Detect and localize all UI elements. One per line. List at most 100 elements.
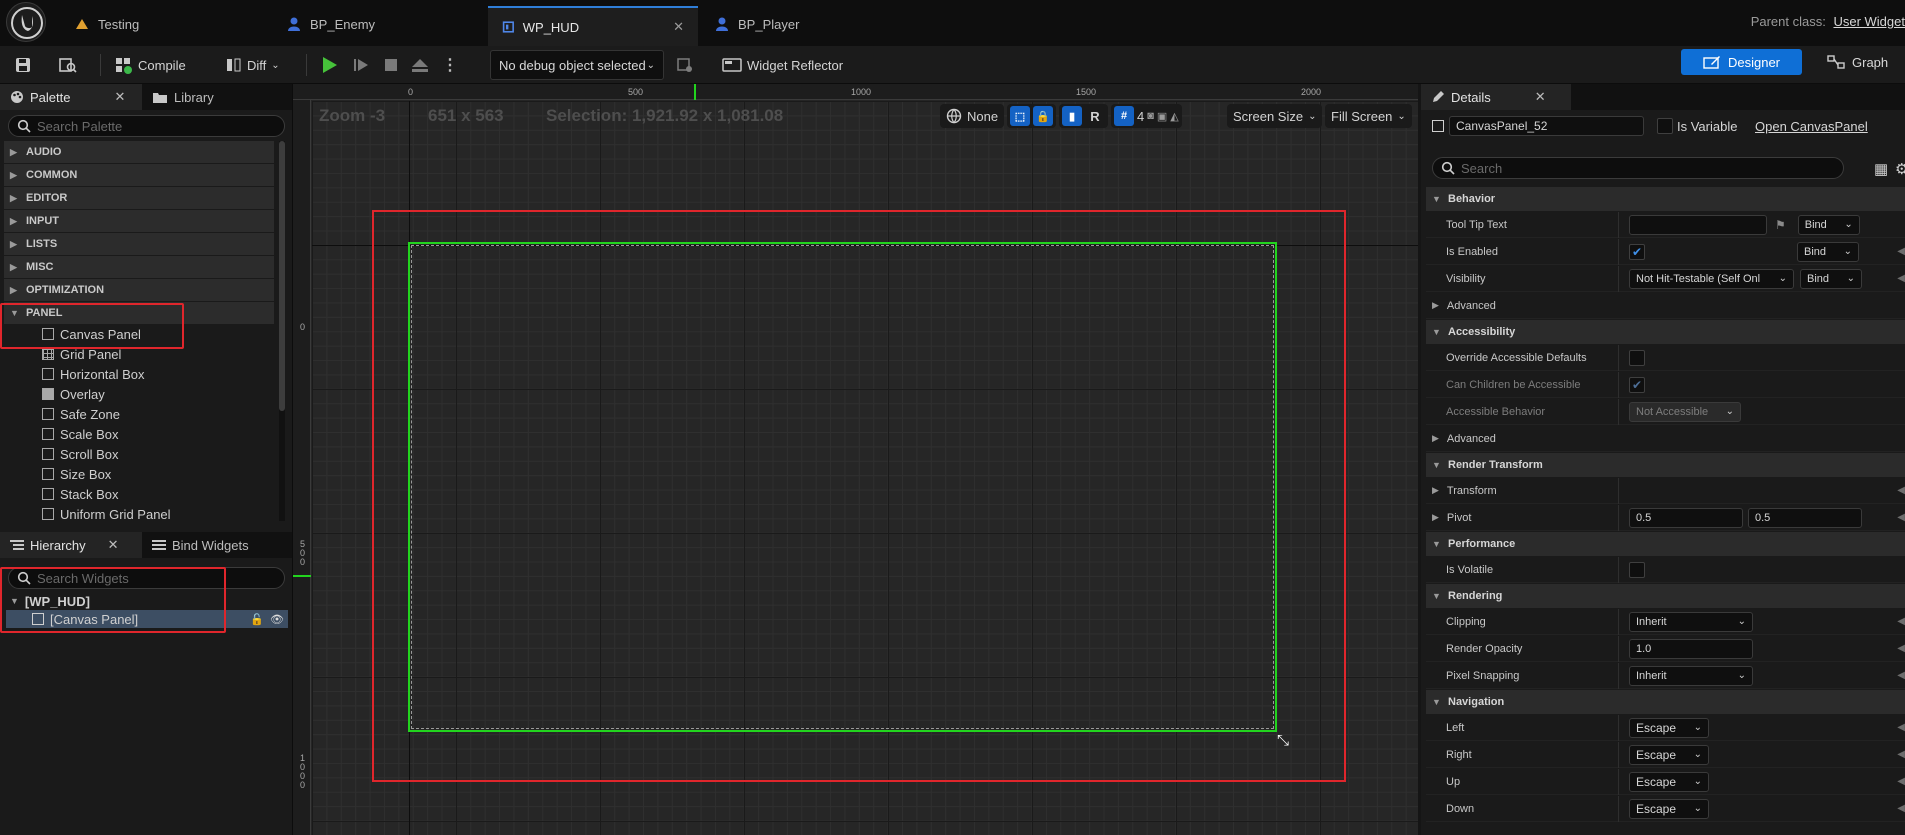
section-accessibility[interactable]: ▼ Accessibility <box>1426 320 1905 344</box>
section-navigation[interactable]: ▼ Navigation <box>1426 690 1905 714</box>
category-common[interactable]: ▶ COMMON <box>4 164 274 186</box>
reset-arrow-icon[interactable]: ◀ <box>1897 776 1905 787</box>
tool-tip-text-input[interactable] <box>1629 214 1767 235</box>
layout-group[interactable]: ▮ R <box>1059 104 1108 128</box>
tab-library[interactable]: Library <box>142 84 224 110</box>
category-input[interactable]: ▶ INPUT <box>4 210 274 232</box>
visibility-eye-icon[interactable]: 👁 <box>270 613 284 626</box>
palette-item-safe-zone[interactable]: Safe Zone <box>42 404 120 424</box>
settings-gear-icon[interactable]: ⚙ <box>1895 160 1905 178</box>
step-button[interactable] <box>352 50 370 80</box>
debug-object-select[interactable]: No debug object selected ⌄ <box>490 50 664 80</box>
category-audio[interactable]: ▶ AUDIO <box>4 141 274 163</box>
section-render-transform[interactable]: ▼ Render Transform <box>1426 453 1905 477</box>
category-misc[interactable]: ▶ MISC <box>4 256 274 278</box>
table-view-icon[interactable]: ▦ <box>1874 160 1888 178</box>
pivot-x-input[interactable]: 0.5 <box>1629 507 1743 528</box>
reset-arrow-icon[interactable]: ◀ <box>1897 246 1905 257</box>
override-accessible-checkbox[interactable] <box>1629 349 1645 366</box>
reset-arrow-icon[interactable]: ◀ <box>1897 616 1905 627</box>
reset-arrow-icon[interactable]: ◀ <box>1897 512 1905 523</box>
palette-item-scroll-box[interactable]: Scroll Box <box>42 444 119 464</box>
browse-button[interactable] <box>58 50 78 80</box>
category-lists[interactable]: ▶ LISTS <box>4 233 274 255</box>
can-children-accessible-checkbox[interactable]: ✔ <box>1629 376 1645 393</box>
accessible-behavior-dropdown[interactable]: Not Accessible ⌄ <box>1629 401 1741 422</box>
tab-testing[interactable]: Testing <box>60 6 153 42</box>
palette-item-uniform-grid-panel[interactable]: Uniform Grid Panel <box>42 504 171 524</box>
property-row-transform[interactable]: ▶ Transform ◀ <box>1426 477 1905 504</box>
dashed-selection-icon[interactable]: ⬚ <box>1010 106 1030 126</box>
property-row-accessibility-advanced[interactable]: ▶ Advanced <box>1426 426 1905 452</box>
designer-canvas[interactable]: 0 500 1000 1500 2000 0 5 0 0 1 0 0 0 Zoo… <box>293 84 1418 835</box>
respect-locks-group[interactable]: ⬚ 🔒 <box>1007 104 1056 128</box>
tab-wp-hud[interactable]: WP_HUD ✕ <box>488 6 698 46</box>
reset-arrow-icon[interactable]: ◀ <box>1897 722 1905 733</box>
tab-details[interactable]: Details ✕ <box>1421 84 1571 110</box>
reset-arrow-icon[interactable]: ◀ <box>1897 643 1905 654</box>
tab-bind-widgets[interactable]: Bind Widgets <box>142 532 259 558</box>
localization-preview-button[interactable]: None <box>940 104 1005 128</box>
triangle-icon[interactable]: ◭ <box>1170 110 1178 123</box>
close-icon[interactable]: ✕ <box>114 89 125 105</box>
reset-arrow-icon[interactable]: ◀ <box>1897 803 1905 814</box>
category-editor[interactable]: ▶ EDITOR <box>4 187 274 209</box>
eject-button[interactable] <box>410 50 430 80</box>
parent-class-link[interactable]: User Widget <box>1833 14 1905 29</box>
reset-arrow-icon[interactable]: ◀ <box>1897 273 1905 284</box>
diff-button[interactable]: Diff ⌄ <box>226 50 280 80</box>
refresh-r-button[interactable]: R <box>1085 109 1105 124</box>
resize-handle-icon[interactable]: ⤡ <box>1277 732 1289 749</box>
is-volatile-checkbox[interactable] <box>1629 561 1645 578</box>
stop-button[interactable] <box>382 50 400 80</box>
close-icon[interactable]: ✕ <box>1535 89 1546 105</box>
widget-name-input[interactable]: CanvasPanel_52 <box>1449 116 1644 136</box>
unreal-logo-icon[interactable] <box>6 2 46 42</box>
palette-scrollbar[interactable] <box>279 141 285 521</box>
close-icon[interactable]: ✕ <box>108 537 119 553</box>
nav-up-dropdown[interactable]: Escape ⌄ <box>1629 771 1709 792</box>
flag-icon[interactable]: ⚑ <box>1775 218 1786 232</box>
image-icon[interactable]: ▣ <box>1157 110 1167 123</box>
nav-down-dropdown[interactable]: Escape ⌄ <box>1629 798 1709 819</box>
render-opacity-input[interactable]: 1.0 <box>1629 638 1753 659</box>
clipping-dropdown[interactable]: Inherit ⌄ <box>1629 611 1753 632</box>
nav-left-dropdown[interactable]: Escape ⌄ <box>1629 717 1709 738</box>
visibility-bind-dropdown[interactable]: Bind ⌄ <box>1800 268 1862 289</box>
close-icon[interactable]: ✕ <box>673 19 684 35</box>
more-options-icon[interactable]: ⋮ <box>442 50 458 80</box>
section-behavior[interactable]: ▼ Behavior <box>1426 187 1905 211</box>
device-icon[interactable]: ◙ <box>1147 110 1154 122</box>
tab-bp-player[interactable]: BP_Player <box>700 6 813 42</box>
list-layout-icon[interactable]: ▮ <box>1062 106 1082 126</box>
category-optimization[interactable]: ▶ OPTIMIZATION <box>4 279 274 301</box>
is-enabled-checkbox[interactable]: ✔ <box>1629 243 1645 260</box>
tool-tip-bind-dropdown[interactable]: Bind ⌄ <box>1797 214 1860 235</box>
compile-button[interactable]: Compile <box>113 50 186 80</box>
reset-arrow-icon[interactable]: ◀ <box>1897 485 1905 496</box>
reset-arrow-icon[interactable]: ◀ <box>1897 749 1905 760</box>
visibility-dropdown[interactable]: Not Hit-Testable (Self Onl ⌄ <box>1629 268 1794 289</box>
tab-palette[interactable]: Palette ✕ <box>0 84 142 110</box>
palette-search-input[interactable]: Search Palette <box>8 115 285 137</box>
details-search-input[interactable]: Search <box>1432 157 1844 179</box>
palette-item-size-box[interactable]: Size Box <box>42 464 111 484</box>
open-canvaspanel-link[interactable]: Open CanvasPanel <box>1755 119 1868 134</box>
is-variable-checkbox[interactable] <box>1657 118 1673 134</box>
canvas-panel-selection[interactable] <box>408 242 1277 732</box>
lock-icon[interactable]: 🔒 <box>1033 106 1053 126</box>
debug-filter-button[interactable] <box>676 50 694 80</box>
designer-mode-button[interactable]: Designer <box>1681 49 1802 75</box>
grid-snap-group[interactable]: # 4 ◙ ▣ ◭ <box>1111 104 1182 128</box>
is-enabled-bind-dropdown[interactable]: Bind ⌄ <box>1797 241 1859 262</box>
pivot-y-input[interactable]: 0.5 <box>1748 507 1862 528</box>
palette-item-horizontal-box[interactable]: Horizontal Box <box>42 364 145 384</box>
tab-bp-enemy[interactable]: BP_Enemy <box>272 6 389 42</box>
play-button[interactable] <box>318 50 340 80</box>
property-row-advanced[interactable]: ▶ Advanced <box>1426 293 1905 319</box>
palette-item-scale-box[interactable]: Scale Box <box>42 424 119 444</box>
grid-snap-icon[interactable]: # <box>1114 106 1134 126</box>
screen-size-dropdown[interactable]: Screen Size ⌄ <box>1227 104 1323 128</box>
palette-item-overlay[interactable]: Overlay <box>42 384 105 404</box>
widget-reflector-button[interactable]: Widget Reflector <box>722 50 843 80</box>
